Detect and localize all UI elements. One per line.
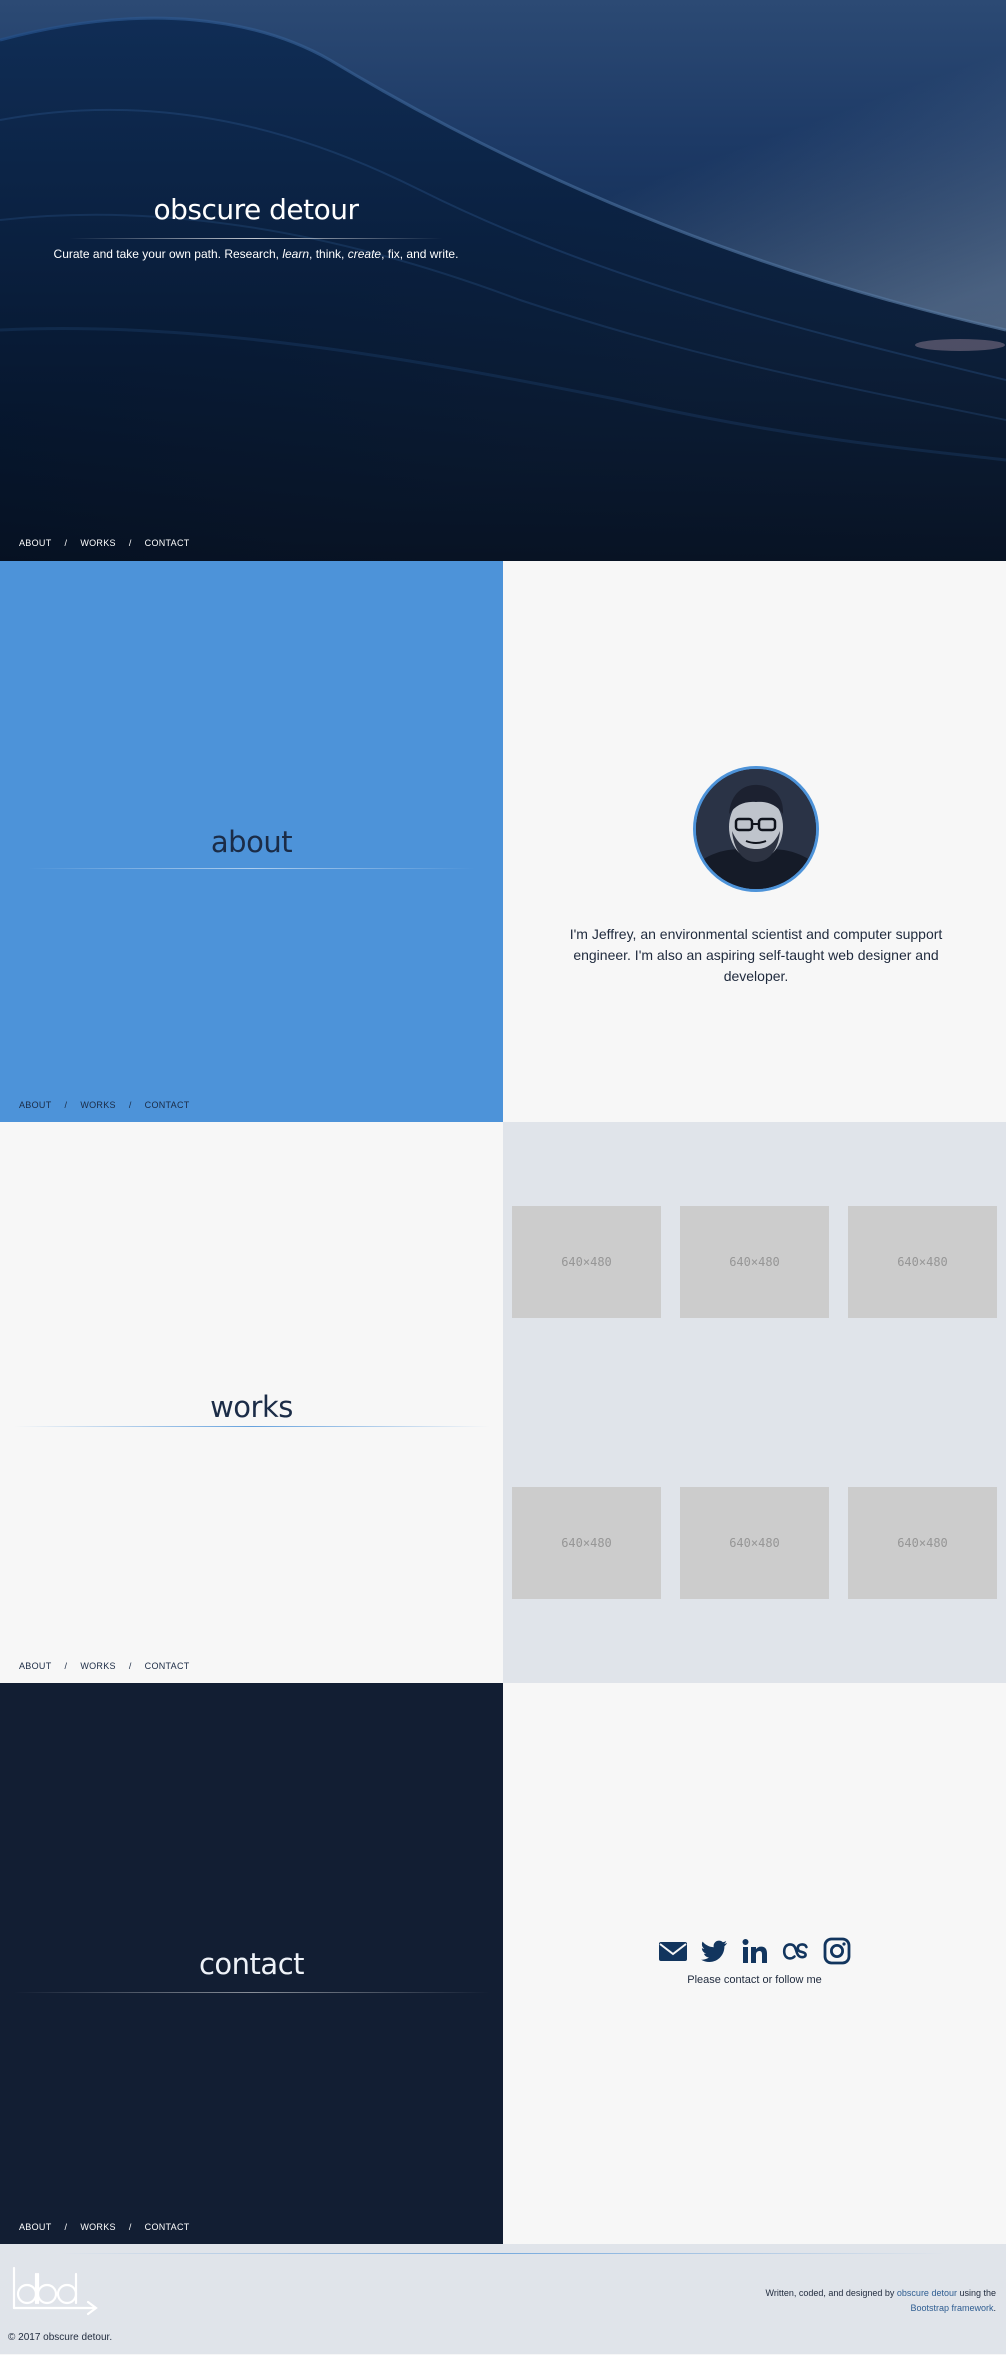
site-logo[interactable]: [10, 2264, 102, 2316]
nav-contact-link[interactable]: CONTACT: [145, 538, 190, 548]
nav-separator: /: [128, 2222, 132, 2232]
social-icons: [503, 1936, 1006, 1966]
works-heading: works: [210, 1390, 293, 1424]
work-thumbnail[interactable]: 640×480: [512, 1206, 661, 1318]
about-nav: ABOUT / WORKS / CONTACT: [19, 1100, 190, 1110]
footer-credits: Written, coded, and designed by obscure …: [736, 2286, 997, 2316]
nav-separator: /: [64, 2222, 68, 2232]
avatar: [693, 766, 819, 892]
envelope-icon[interactable]: [658, 1936, 688, 1966]
work-thumbnail[interactable]: 640×480: [680, 1487, 829, 1599]
tagline-text: , fix, and write.: [381, 247, 459, 261]
about-bio: I'm Jeffrey, an environmental scientist …: [569, 926, 943, 984]
twitter-icon[interactable]: [699, 1936, 729, 1966]
site-title: obscure detour: [153, 193, 359, 226]
nav-works-link[interactable]: WORKS: [80, 1661, 116, 1671]
nav-contact-link[interactable]: CONTACT: [145, 2222, 190, 2232]
tagline-text: Curate and take your own path. Research,: [53, 247, 283, 261]
work-thumbnail[interactable]: 640×480: [512, 1487, 661, 1599]
nav-contact-link[interactable]: CONTACT: [145, 1661, 190, 1671]
contact-divider: [14, 1992, 490, 1993]
contact-content-panel: Please contact or follow me: [503, 1683, 1006, 2244]
works-gallery-panel: 640×480 640×480 640×480 640×480 640×480 …: [503, 1122, 1006, 1683]
nav-works-link[interactable]: WORKS: [80, 2222, 116, 2232]
works-title-panel: works ABOUT / WORKS / CONTACT: [0, 1122, 503, 1683]
about-divider: [28, 868, 475, 869]
wave-background-image: [0, 16, 1006, 561]
nav-separator: /: [64, 1100, 68, 1110]
instagram-icon[interactable]: [822, 1936, 852, 1966]
about-section: about ABOUT / WORKS / CONTACT I'm Jeffre: [0, 561, 1006, 1122]
contact-section: contact ABOUT / WORKS / CONTACT Please c…: [0, 1683, 1006, 2244]
hero-nav: ABOUT / WORKS / CONTACT: [19, 538, 190, 548]
contact-title-panel: contact ABOUT / WORKS / CONTACT: [0, 1683, 503, 2244]
nav-works-link[interactable]: WORKS: [80, 538, 116, 548]
footer: © 2017 obscure detour. Written, coded, a…: [0, 2244, 1006, 2354]
nav-about-link[interactable]: ABOUT: [19, 1100, 52, 1110]
nav-separator: /: [128, 538, 132, 548]
work-thumbnail[interactable]: 640×480: [848, 1206, 997, 1318]
works-section: works ABOUT / WORKS / CONTACT 640×480 64…: [0, 1122, 1006, 1683]
nav-contact-link[interactable]: CONTACT: [145, 1100, 190, 1110]
contact-note: Please contact or follow me: [687, 1974, 822, 1986]
works-divider: [14, 1426, 490, 1427]
hero-tagline: Curate and take your own path. Research,…: [0, 247, 512, 261]
hero: obscure detour Curate and take your own …: [0, 0, 1006, 561]
credits-bootstrap-link[interactable]: Bootstrap framework: [910, 2303, 993, 2313]
about-title-panel: about ABOUT / WORKS / CONTACT: [0, 561, 503, 1122]
about-content-panel: I'm Jeffrey, an environmental scientist …: [503, 561, 1006, 1122]
nav-about-link[interactable]: ABOUT: [19, 538, 52, 548]
work-thumbnail[interactable]: 640×480: [848, 1487, 997, 1599]
contact-heading: contact: [198, 1947, 305, 1981]
avatar-portrait-image: [696, 769, 816, 889]
work-thumbnail[interactable]: 640×480: [680, 1206, 829, 1318]
nav-separator: /: [64, 1661, 68, 1671]
hero-divider: [70, 238, 442, 239]
credits-text: using the: [956, 2288, 996, 2298]
about-heading: about: [210, 825, 293, 859]
tagline-text: , think,: [309, 247, 348, 261]
nav-separator: /: [128, 1661, 132, 1671]
linkedin-icon[interactable]: [740, 1936, 770, 1966]
tagline-emphasis-create: create: [347, 247, 382, 261]
nav-about-link[interactable]: ABOUT: [19, 1661, 52, 1671]
lastfm-icon[interactable]: [781, 1936, 811, 1966]
contact-nav: ABOUT / WORKS / CONTACT: [19, 2222, 190, 2232]
nav-about-link[interactable]: ABOUT: [19, 2222, 52, 2232]
works-nav: ABOUT / WORKS / CONTACT: [19, 1661, 190, 1671]
nav-separator: /: [128, 1100, 132, 1110]
footer-divider: [60, 2253, 946, 2254]
tagline-emphasis-learn: learn: [282, 247, 310, 261]
credits-text: .: [993, 2303, 996, 2313]
credits-author-link[interactable]: obscure detour: [897, 2288, 957, 2298]
credits-text: Written, coded, and designed by: [765, 2288, 897, 2298]
nav-separator: /: [64, 538, 68, 548]
nav-works-link[interactable]: WORKS: [80, 1100, 116, 1110]
copyright: © 2017 obscure detour.: [8, 2332, 113, 2343]
